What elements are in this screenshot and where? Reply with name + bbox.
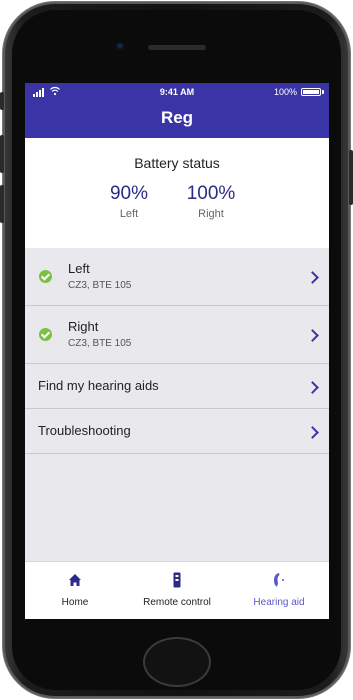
battery-status-title: Battery status [134,155,220,171]
device-list: Left CZ3, BTE 105 Right CZ3, BTE 105 Fin… [25,248,329,454]
chevron-right-icon [306,329,319,342]
volume-up-button [0,135,4,173]
battery-left: 90% Left [89,183,169,220]
device-row-left[interactable]: Left CZ3, BTE 105 [25,248,329,306]
menu-label: Find my hearing aids [38,378,159,393]
battery-right-label: Right [198,208,224,220]
battery-left-value: 90% [109,183,149,204]
chevron-right-icon [306,271,319,284]
battery-tip [322,90,324,94]
battery-status-card: Battery status 90% Left 100% Right [25,138,329,248]
hearing-aid-icon [274,573,284,587]
status-bar: 9:41 AM 100% [25,83,329,101]
home-icon [69,574,81,586]
troubleshooting-row[interactable]: Troubleshooting [25,409,329,454]
battery-right: 100% Right [171,183,251,220]
find-my-hearing-aids-row[interactable]: Find my hearing aids [25,364,329,409]
check-circle-icon [39,270,52,283]
volume-down-button [0,185,4,223]
chevron-right-icon [306,426,319,439]
mute-switch [0,92,4,110]
device-name: Left [68,261,90,276]
device-name: Right [68,319,99,334]
device-row-right[interactable]: Right CZ3, BTE 105 [25,306,329,364]
tab-bar: Home Remote control Hearing aid [25,561,329,619]
tab-label: Hearing aid [253,597,305,608]
device-model: CZ3, BTE 105 [68,280,132,291]
tab-hearing-aid[interactable]: Hearing aid [229,562,329,619]
tab-home[interactable]: Home [25,562,125,619]
front-camera [116,42,124,50]
power-button [349,150,353,205]
chevron-right-icon [306,381,319,394]
app-screen: 9:41 AM 100% Reg Battery status 90% Left… [25,83,329,619]
tab-label: Remote control [143,597,211,608]
app-header: 9:41 AM 100% Reg [25,83,329,138]
battery-left-label: Left [119,208,139,220]
battery-icon [301,88,321,96]
remote-control-icon [173,572,181,588]
menu-label: Troubleshooting [38,423,131,438]
tab-label: Home [61,597,89,608]
tab-remote-control[interactable]: Remote control [125,562,229,619]
battery-percent: 100% [273,87,297,97]
battery-right-value: 100% [186,183,236,204]
page-title: Reg [160,108,194,127]
device-model: CZ3, BTE 105 [68,338,132,349]
home-button[interactable] [143,637,211,687]
check-circle-icon [39,328,52,341]
earpiece-speaker [148,45,206,50]
